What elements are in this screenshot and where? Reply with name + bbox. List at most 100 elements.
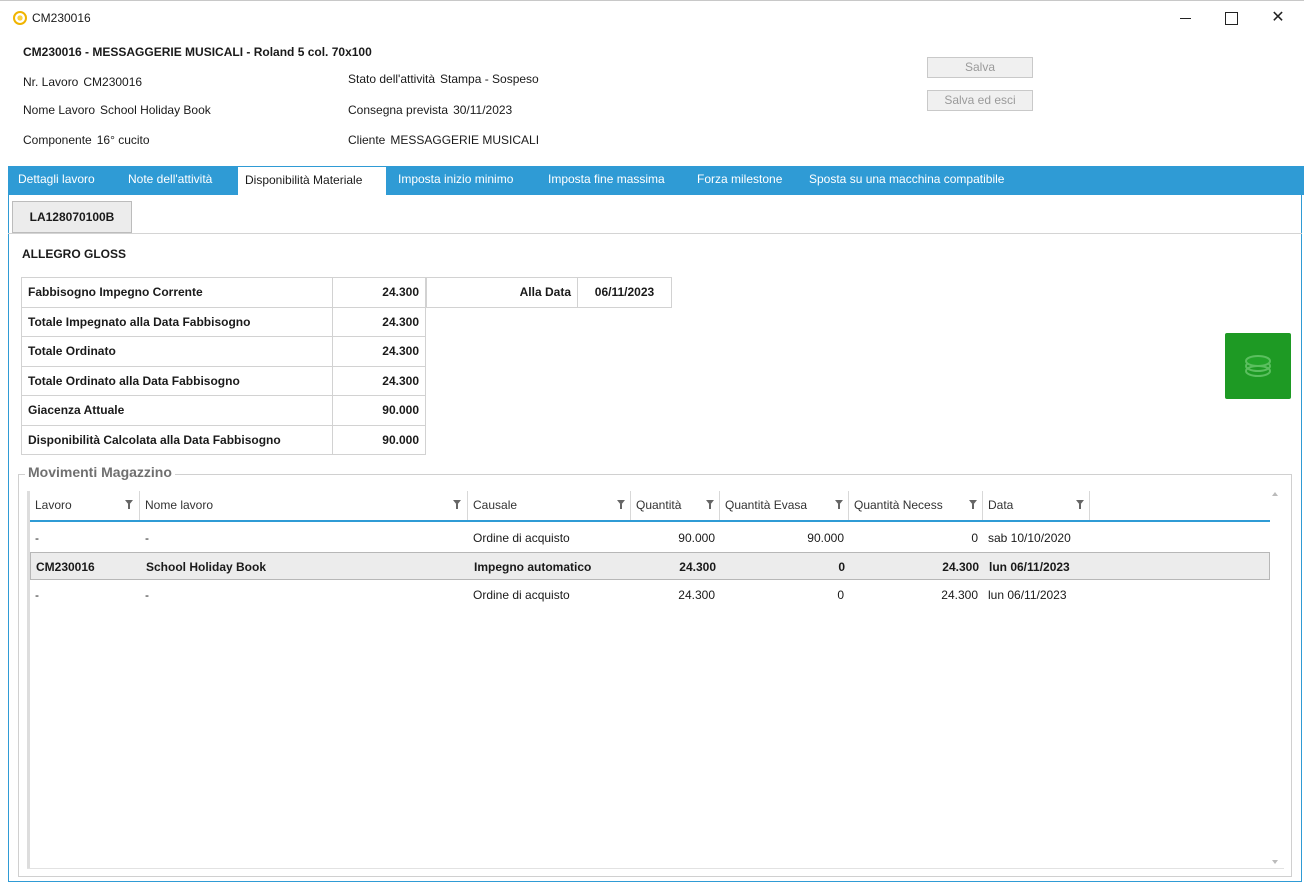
tab-disponibilita-materiale[interactable]: Disponibilità Materiale [238, 166, 386, 195]
summary-row: Giacenza Attuale 90.000 [21, 395, 426, 426]
scroll-up-icon[interactable] [1272, 492, 1278, 496]
table-row[interactable]: - - Ordine di acquisto 24.300 0 24.300 l… [30, 581, 1270, 609]
cliente-label: Cliente [348, 133, 386, 147]
window-titlebar: CM230016 ✕ [0, 0, 1304, 34]
summary-label: Totale Ordinato [21, 336, 333, 367]
componente-row: Componente 16° cucito [23, 133, 150, 147]
tab-forza-milestone[interactable]: Forza milestone [691, 166, 788, 195]
availability-summary-table: Fabbisogno Impegno Corrente 24.300 Total… [21, 277, 426, 455]
summary-row: Totale Ordinato 24.300 [21, 336, 426, 367]
movements-grid: Lavoro Nome lavoro Causale Quantità Quan… [27, 491, 1284, 868]
cell-quantita-necess: 0 [971, 531, 978, 545]
column-header-data[interactable]: Data [983, 491, 1090, 520]
summary-row: Totale Ordinato alla Data Fabbisogno 24.… [21, 365, 426, 396]
filter-funnel-icon[interactable] [125, 500, 133, 509]
table-row[interactable]: - - Ordine di acquisto 90.000 90.000 0 s… [30, 524, 1270, 552]
tab-bar: Dettagli lavoro Note dell'attività Dispo… [8, 166, 1304, 195]
summary-row: Fabbisogno Impegno Corrente 24.300 [21, 277, 426, 308]
coins-action-button[interactable] [1225, 333, 1291, 399]
nr-lavoro-row: Nr. Lavoro CM230016 [23, 75, 142, 89]
cell-causale: Impegno automatico [474, 560, 592, 574]
column-header-label: Data [988, 498, 1014, 512]
movimenti-magazzino-title: Movimenti Magazzino [25, 464, 175, 480]
cell-causale: Ordine di acquisto [473, 531, 570, 545]
cell-quantita-necess: 24.300 [941, 588, 978, 602]
coins-stack-icon [1245, 355, 1271, 377]
summary-label: Totale Impegnato alla Data Fabbisogno [21, 306, 333, 337]
close-button[interactable]: ✕ [1258, 5, 1298, 31]
cell-quantita-evasa: 0 [837, 588, 844, 602]
summary-row: Totale Impegnato alla Data Fabbisogno 24… [21, 306, 426, 337]
tab-imposta-fine-massima[interactable]: Imposta fine massima [542, 166, 671, 195]
alla-data-box: Alla Data 06/11/2023 [426, 277, 672, 308]
filter-funnel-icon[interactable] [706, 500, 714, 509]
app-logo-icon [13, 11, 27, 25]
scroll-down-icon[interactable] [1272, 860, 1278, 864]
column-header-quantita[interactable]: Quantità [631, 491, 720, 520]
tab-imposta-inizio-minimo[interactable]: Imposta inizio minimo [392, 166, 519, 195]
column-header-label: Nome lavoro [145, 498, 214, 512]
stato-value: Stampa - Sospeso [440, 72, 539, 86]
summary-value: 90.000 [332, 424, 426, 455]
minimize-button[interactable] [1166, 5, 1206, 31]
cell-lavoro: - [35, 531, 39, 545]
cliente-row: Cliente MESSAGGERIE MUSICALI [348, 133, 539, 147]
tab-dettagli-lavoro[interactable]: Dettagli lavoro [12, 166, 101, 195]
nome-lavoro-row: Nome Lavoro School Holiday Book [23, 103, 211, 117]
summary-label: Totale Ordinato alla Data Fabbisogno [21, 365, 333, 396]
alla-data-value: 06/11/2023 [594, 285, 655, 299]
summary-label: Giacenza Attuale [21, 395, 333, 426]
cell-data: lun 06/11/2023 [988, 588, 1067, 602]
column-header-label: Quantità [636, 498, 682, 512]
column-header-quantita-evasa[interactable]: Quantità Evasa [720, 491, 849, 520]
stato-row: Stato dell'attività Stampa - Sospeso [348, 72, 539, 86]
table-row-selected[interactable]: CM230016 School Holiday Book Impegno aut… [30, 552, 1270, 580]
column-header-label: Quantità Evasa [725, 498, 808, 512]
cell-nome-lavoro: - [145, 588, 149, 602]
stato-label: Stato dell'attività [348, 72, 436, 86]
summary-value: 24.300 [332, 306, 426, 337]
column-header-lavoro[interactable]: Lavoro [30, 491, 140, 520]
summary-row: Disponibilità Calcolata alla Data Fabbis… [21, 424, 426, 455]
filter-funnel-icon[interactable] [453, 500, 461, 509]
filter-funnel-icon[interactable] [835, 500, 843, 509]
column-header-label: Causale [473, 498, 518, 512]
summary-value: 24.300 [332, 336, 426, 367]
save-and-exit-button[interactable]: Salva ed esci [927, 90, 1033, 111]
filter-funnel-icon[interactable] [1076, 500, 1084, 509]
summary-label: Fabbisogno Impegno Corrente [21, 277, 333, 308]
cell-data: sab 10/10/2020 [988, 531, 1071, 545]
column-header-label: Quantità Necess [854, 498, 943, 512]
nome-lavoro-label: Nome Lavoro [23, 103, 96, 117]
save-button[interactable]: Salva [927, 57, 1033, 78]
summary-value: 24.300 [332, 365, 426, 396]
cell-lavoro: - [35, 588, 39, 602]
cell-quantita: 90.000 [678, 531, 715, 545]
cell-quantita: 24.300 [678, 588, 715, 602]
filter-funnel-icon[interactable] [969, 500, 977, 509]
cliente-value: MESSAGGERIE MUSICALI [390, 133, 540, 147]
material-code-tab[interactable]: LA128070100B [12, 201, 132, 233]
componente-value: 16° cucito [96, 133, 150, 147]
grid-header: Lavoro Nome lavoro Causale Quantità Quan… [30, 491, 1270, 522]
nr-lavoro-value: CM230016 [83, 75, 143, 89]
column-header-causale[interactable]: Causale [468, 491, 631, 520]
cell-quantita: 24.300 [679, 560, 716, 574]
cell-nome-lavoro: - [145, 531, 149, 545]
cell-quantita-evasa: 0 [838, 560, 845, 574]
cell-quantita-evasa: 90.000 [807, 531, 844, 545]
cell-causale: Ordine di acquisto [473, 588, 570, 602]
cell-data: lun 06/11/2023 [989, 560, 1070, 574]
material-name: ALLEGRO GLOSS [22, 247, 127, 261]
maximize-button[interactable] [1211, 5, 1251, 31]
consegna-value: 30/11/2023 [453, 103, 513, 117]
grid-vertical-scrollbar[interactable] [1268, 486, 1282, 870]
filter-funnel-icon[interactable] [617, 500, 625, 509]
subtab-divider [8, 233, 1302, 234]
column-header-nome-lavoro[interactable]: Nome lavoro [140, 491, 468, 520]
column-header-quantita-necess[interactable]: Quantità Necess [849, 491, 983, 520]
job-title: CM230016 - MESSAGGERIE MUSICALI - Roland… [23, 45, 372, 59]
consegna-row: Consegna prevista 30/11/2023 [348, 103, 512, 117]
tab-note-attivita[interactable]: Note dell'attività [122, 166, 218, 195]
tab-sposta-macchina[interactable]: Sposta su una macchina compatibile [803, 166, 1010, 195]
